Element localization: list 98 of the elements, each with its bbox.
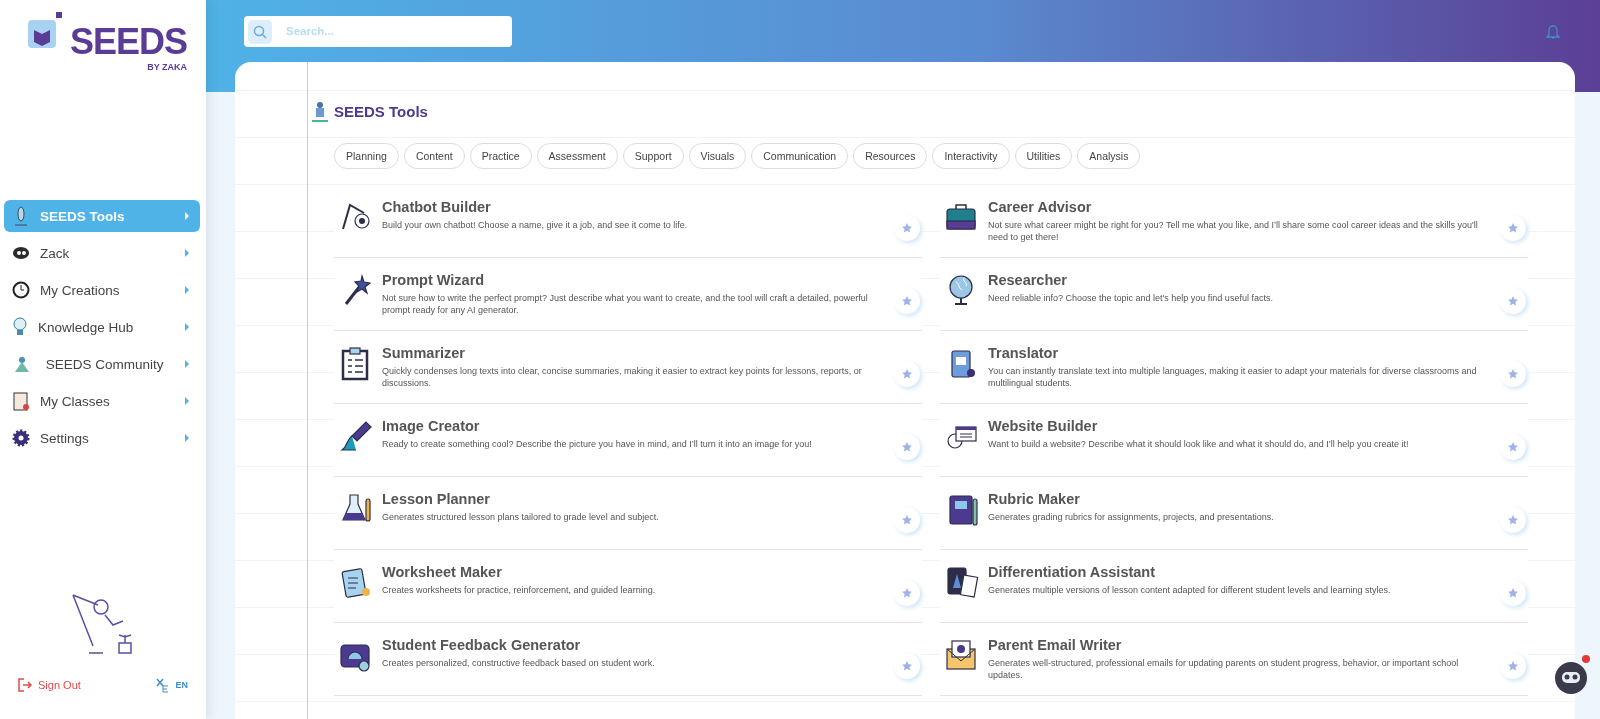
tool-description: Generates multiple versions of lesson content adapted for different student levels and learning styles. [988,584,1392,597]
tool-description: Want to build a website? Describe what it should look like and what it should do, and I’ll help you create it! [988,438,1410,451]
logo-subtitle: BY ZAKA [147,62,188,72]
robot-icon [310,100,330,122]
tool-description: Build your own chatbot! Choose a name, give it a job, and see it come to life. [382,219,689,232]
page-title: SEEDS Tools [310,100,1551,122]
filter-chip[interactable]: Analysis [1077,143,1141,169]
filter-chip[interactable]: Assessment [536,143,618,169]
favorite-button[interactable] [1500,507,1526,533]
bell-icon [1546,23,1560,39]
filter-chip[interactable]: Practice [469,143,532,169]
language-button[interactable]: EN [155,677,188,693]
sidebar-item[interactable]: My Creations [4,274,200,306]
filter-chip[interactable]: Visuals [688,143,747,169]
favorite-button[interactable] [1500,215,1526,241]
robot-head-icon [12,246,30,260]
star-icon [902,442,912,452]
caret-icon [184,286,190,294]
tool-description: Generates structured lesson plans tailored to grade level and subject. [382,511,660,524]
star-icon [902,223,912,233]
logo-title: SEEDS [70,24,188,60]
search-field[interactable]: Search... [244,15,512,47]
caret-icon [184,212,190,220]
star-icon [1508,588,1518,598]
sidebar-item[interactable]: SEEDS Community [4,348,200,380]
filter-chip[interactable]: Resources [853,143,928,169]
tool-description: You can instantly translate text into multiple languages, making it easier to adapt your materials for diverse classrooms and multilingual students. [988,365,1478,390]
star-icon [1508,661,1518,671]
favorite-button[interactable] [1500,653,1526,679]
tool-description: Ready to create something cool? Describe the picture you have in mind, and I’ll turn it into an image for you! [382,438,813,451]
star-icon [902,588,912,598]
star-icon [902,369,912,379]
star-icon [1508,442,1518,452]
favorite-button[interactable] [894,507,920,533]
favorite-button[interactable] [894,361,920,387]
tool-description: Generates well-structured, professional emails for updating parents on student progress, behavior, or important school updates. [988,657,1460,682]
favorite-button[interactable] [1500,580,1526,606]
tool-title: Worksheet Maker [382,564,503,580]
filter-chip[interactable]: Utilities [1014,143,1073,169]
people-icon [12,355,32,373]
tool-description: Creates personalized, constructive feedback based on student work. [382,657,656,670]
filter-chip[interactable]: Interactivity [932,143,1010,169]
gear-icon [12,429,30,447]
tool-title: Career Advisor [988,199,1093,215]
tool-title: Parent Email Writer [988,637,1123,653]
tablet-icon [944,564,980,600]
tool-description: Generates grading rubrics for assignments, projects, and presentations. [988,511,1275,524]
tool-description: Creates worksheets for practice, reinforcement, and guided learning. [382,584,657,597]
favorite-button[interactable] [1500,288,1526,314]
favorite-button[interactable] [894,580,920,606]
sidebar-item[interactable]: My Classes [4,385,200,417]
star-icon [1508,369,1518,379]
clipboard-icon [12,391,30,411]
favorite-button[interactable] [1500,361,1526,387]
favorite-button[interactable] [894,434,920,460]
sidebar-item[interactable]: Knowledge Hub [4,311,200,343]
tool-description: Quickly condenses long texts into clear, concise summaries, making it easier to extract key points for lessons, reports, or discussions. [382,365,863,390]
tool-title: Website Builder [988,418,1099,434]
star-icon [1508,296,1518,306]
tool-title: Image Creator [382,418,481,434]
star-icon [902,515,912,525]
filter-chip[interactable]: Support [622,143,684,169]
lightbulb-icon [12,317,28,337]
caret-icon [184,434,190,442]
tool-title: Chatbot Builder [382,199,492,215]
star-icon [1508,515,1518,525]
tool-title: Differentiation Assistant [988,564,1157,580]
sidebar-item[interactable]: Zack [4,237,200,269]
clock-icon [12,281,30,299]
favorite-button[interactable] [894,653,920,679]
filter-chip[interactable]: Planning [334,143,399,169]
tool-description: Not sure what career might be right for you? Tell me what you like, and I’ll share some cool career ideas and the skills you'll need to get there! [988,219,1479,244]
tool-description: Not sure how to write the perfect prompt? Just describe what you want to create, and the tool will craft a detailed, powerful prompt ready for any AI generator. [382,292,869,317]
favorite-button[interactable] [1500,434,1526,460]
tool-title: Translator [988,345,1060,361]
sign-out-icon [18,678,32,692]
caret-icon [184,397,190,405]
robot-head-icon [1554,661,1588,695]
caret-icon [184,360,190,368]
tool-description: Need reliable info? Choose the topic and let's help you find useful facts. [988,292,1274,305]
tool-title: Prompt Wizard [382,272,486,288]
tool-title: Rubric Maker [988,491,1081,507]
caret-icon [184,323,190,331]
tool-title: Summarizer [382,345,466,361]
star-icon [902,661,912,671]
translate-icon [155,677,170,693]
favorite-button[interactable] [894,215,920,241]
caret-icon [184,249,190,257]
sign-out-link[interactable]: Sign Out [18,678,81,692]
tool-title: Lesson Planner [382,491,491,507]
star-icon [1508,223,1518,233]
filter-chip[interactable]: Communication [751,143,849,169]
star-icon [902,296,912,306]
tool-title: Student Feedback Generator [382,637,582,653]
sidebar-item[interactable]: Settings [4,422,200,454]
filter-chip[interactable]: Content [403,143,465,169]
tool-title: Researcher [988,272,1068,288]
favorite-button[interactable] [894,288,920,314]
